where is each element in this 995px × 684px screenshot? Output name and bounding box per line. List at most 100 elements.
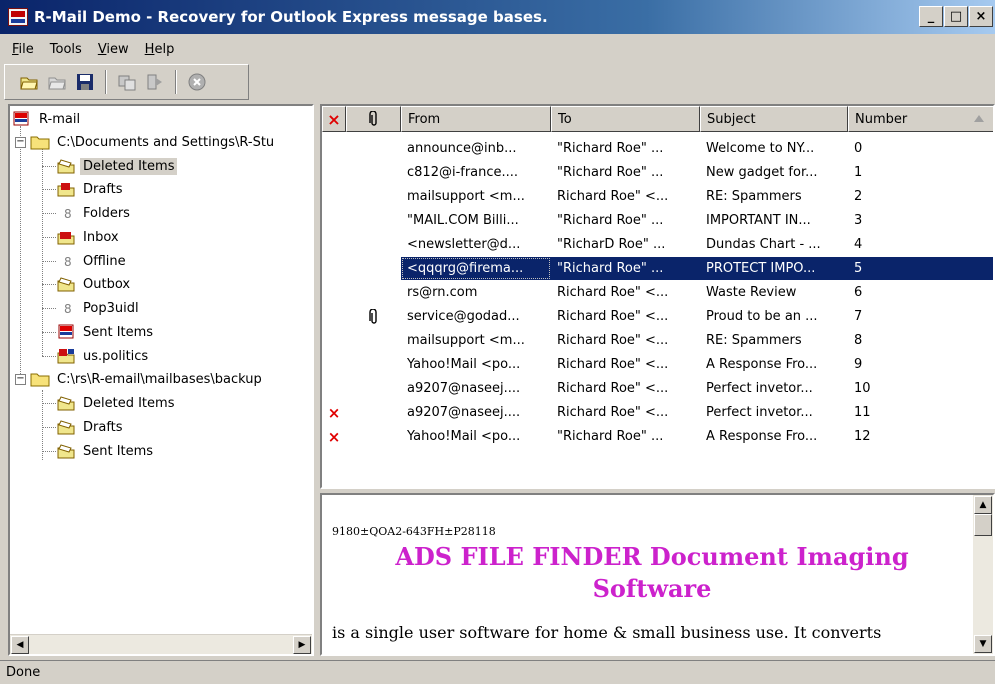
- tree-item-outbox[interactable]: Outbox: [56, 273, 133, 295]
- from-cell: rs@rn.com: [407, 285, 478, 300]
- number-cell: 2: [854, 189, 863, 204]
- from-cell: c812@i-france....: [407, 165, 519, 180]
- tree-line: [42, 451, 56, 452]
- maximize-button[interactable]: □: [944, 6, 968, 27]
- table-row[interactable]: × Yahoo!Mail <po... "Richard Roe" ... A Res…: [322, 424, 993, 449]
- open-folder-button[interactable]: [17, 71, 41, 93]
- menu-help[interactable]: Help: [137, 42, 183, 57]
- svg-text:8: 8: [64, 207, 72, 221]
- toolbar-separator: [175, 70, 177, 94]
- table-row[interactable]: a9207@naseej.... Richard Roe" <... Perfect…: [322, 376, 993, 401]
- to-cell: "Richard Roe" ...: [557, 213, 664, 228]
- stop-button[interactable]: [185, 71, 209, 93]
- from-cell: a9207@naseej....: [407, 405, 521, 420]
- table-row[interactable]: <qqqrg@firema... "Richard Roe" ... PROTECT…: [322, 256, 993, 281]
- tree-line: [42, 308, 56, 309]
- tree-line: [42, 284, 56, 285]
- subject-cell: RE: Spammers: [706, 189, 802, 204]
- tree-item-sent-items[interactable]: Sent Items: [56, 440, 156, 462]
- tree-horizontal-scrollbar[interactable]: ◀ ▶: [10, 634, 312, 654]
- tree-item-inbox[interactable]: Inbox: [56, 226, 122, 248]
- number-cell: 0: [854, 141, 863, 156]
- preview-id-line: 9180±QOA2-643FH±P28118: [332, 525, 496, 538]
- tree-line: [42, 237, 56, 238]
- tree-group-documents[interactable]: C:\Documents and Settings\R-Stu: [30, 131, 277, 153]
- deleted-mark-icon: ×: [327, 427, 341, 446]
- title-bar[interactable]: R-Mail Demo - Recovery for Outlook Expre…: [0, 0, 995, 34]
- subject-cell: New gadget for...: [706, 165, 818, 180]
- tree-item-deleted-items[interactable]: Deleted Items: [56, 392, 177, 414]
- menu-file[interactable]: File: [4, 42, 42, 57]
- tree-item-drafts[interactable]: Drafts: [56, 178, 126, 200]
- table-row[interactable]: Yahoo!Mail <po... Richard Roe" <... A Resp…: [322, 352, 993, 377]
- to-cell: Richard Roe" <...: [557, 285, 669, 300]
- table-row[interactable]: announce@inb... "Richard Roe" ... Welcome …: [322, 136, 993, 161]
- folder-icon: [30, 134, 50, 150]
- svg-text:8: 8: [64, 302, 72, 316]
- tree-item-sent-items[interactable]: Sent Items: [56, 321, 156, 343]
- column-number[interactable]: Number: [848, 106, 993, 132]
- export-button[interactable]: [143, 71, 167, 93]
- subject-cell: Welcome to NY...: [706, 141, 815, 156]
- table-row[interactable]: service@godad... Richard Roe" <... Proud t…: [322, 304, 993, 329]
- table-row[interactable]: × a9207@naseej.... Richard Roe" <... Perfec…: [322, 400, 993, 425]
- to-cell: Richard Roe" <...: [557, 405, 669, 420]
- toolbar-separator: [105, 70, 107, 94]
- column-from[interactable]: From: [401, 106, 551, 132]
- table-row[interactable]: mailsupport <m... Richard Roe" <... RE: Sp…: [322, 184, 993, 209]
- deleted-cell: [322, 329, 346, 352]
- mail-folder-icon: [56, 158, 76, 174]
- column-subject[interactable]: Subject: [700, 106, 848, 132]
- svg-text:8: 8: [64, 255, 72, 269]
- tree-line: [42, 403, 56, 404]
- collapse-toggle[interactable]: −: [15, 137, 26, 148]
- table-row[interactable]: c812@i-france.... "Richard Roe" ... New ga…: [322, 160, 993, 185]
- minimize-button[interactable]: _: [919, 6, 943, 27]
- save-button[interactable]: [73, 71, 97, 93]
- table-row[interactable]: mailsupport <m... Richard Roe" <... RE: Sp…: [322, 328, 993, 353]
- attachment-cell: [346, 257, 401, 280]
- from-cell: Yahoo!Mail <po...: [407, 429, 521, 444]
- tree-group-backup[interactable]: C:\rs\R-email\mailbases\backup: [30, 368, 265, 390]
- number-cell: 10: [854, 381, 871, 396]
- tree-item-folders[interactable]: 8 Folders: [56, 202, 133, 224]
- tree-item-us-politics[interactable]: us.politics: [56, 345, 151, 367]
- tree-item-offline[interactable]: 8 Offline: [56, 250, 129, 272]
- number-cell: 7: [854, 309, 863, 324]
- collapse-toggle[interactable]: −: [15, 374, 26, 385]
- scroll-thumb[interactable]: [974, 514, 992, 536]
- inbox-icon: [56, 229, 76, 245]
- empty-folder-icon: 8: [56, 300, 76, 316]
- close-button[interactable]: ×: [969, 6, 993, 27]
- folder-tree[interactable]: R-mail − C:\Documents and Settings\R-Stu…: [8, 104, 314, 656]
- message-preview[interactable]: 9180±QOA2-643FH±P28118 ADS FILE FINDER D…: [320, 493, 995, 656]
- column-to[interactable]: To: [551, 106, 700, 132]
- tree-root[interactable]: R-mail: [12, 108, 83, 130]
- table-row[interactable]: <newsletter@d... "RicharD Roe" ... Dundas …: [322, 232, 993, 257]
- menu-tools[interactable]: Tools: [42, 42, 90, 57]
- attachment-cell: [346, 401, 401, 424]
- tree-item-pop3uidl[interactable]: 8 Pop3uidl: [56, 297, 142, 319]
- attachment-cell: [346, 161, 401, 184]
- open-folder-icon: [20, 77, 38, 90]
- to-cell: Richard Roe" <...: [557, 309, 669, 324]
- tree-line: [42, 427, 56, 428]
- to-cell: Richard Roe" <...: [557, 381, 669, 396]
- preview-vertical-scrollbar[interactable]: ▲ ▼: [973, 495, 993, 654]
- menu-view[interactable]: View: [90, 42, 137, 57]
- recover-button[interactable]: [115, 71, 139, 93]
- open-folder-disabled-button[interactable]: [45, 71, 69, 93]
- scroll-up-button[interactable]: ▲: [974, 496, 992, 514]
- tree-item-drafts[interactable]: Drafts: [56, 416, 126, 438]
- scroll-right-button[interactable]: ▶: [293, 636, 311, 654]
- number-cell: 12: [854, 429, 871, 444]
- column-deleted[interactable]: ×: [322, 106, 346, 132]
- table-row[interactable]: "MAIL.COM Billi... "Richard Roe" ... IMPOR…: [322, 208, 993, 233]
- subject-cell: Waste Review: [706, 285, 797, 300]
- table-row[interactable]: rs@rn.com Richard Roe" <... Waste Review 6: [322, 280, 993, 305]
- scroll-left-button[interactable]: ◀: [11, 636, 29, 654]
- tree-item-deleted-items[interactable]: Deleted Items: [56, 155, 178, 177]
- message-list[interactable]: × From To Subject Number announce@inb...…: [320, 104, 995, 489]
- scroll-down-button[interactable]: ▼: [974, 635, 992, 653]
- column-attachment[interactable]: [346, 106, 401, 132]
